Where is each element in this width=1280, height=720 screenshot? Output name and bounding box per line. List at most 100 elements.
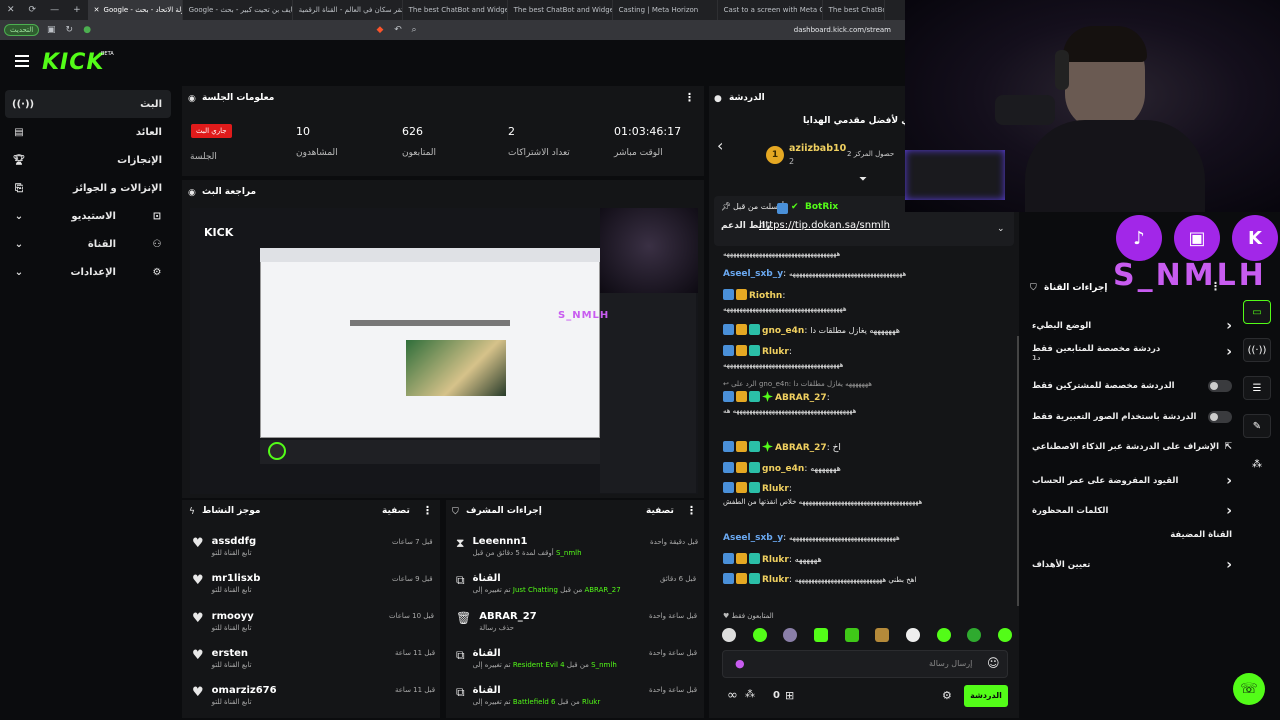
emotes-only-row[interactable]: الدردشة باستخدام الصور التعبيرية فقط bbox=[1032, 411, 1232, 423]
close-window-icon[interactable]: ✕ bbox=[0, 5, 22, 15]
chevron-right-icon: › bbox=[1226, 318, 1232, 334]
more-icon[interactable]: ⋮ bbox=[686, 504, 697, 517]
new-tab-icon[interactable]: + bbox=[66, 5, 88, 15]
chevron-right-icon: › bbox=[1226, 344, 1232, 360]
sidebar-item-studio[interactable]: ⌄ الاستيديو ⊡ bbox=[0, 202, 176, 230]
panel-title: موجز النشاط bbox=[202, 506, 261, 516]
emote-icon[interactable] bbox=[905, 628, 920, 642]
emote-icon[interactable] bbox=[752, 628, 767, 642]
broadcast-icon[interactable]: ((·)) bbox=[1243, 338, 1271, 362]
tab-close-icon[interactable]: ✕ bbox=[94, 6, 100, 14]
heart-icon: ♥ bbox=[192, 685, 204, 700]
update-button[interactable]: التحديث bbox=[4, 24, 40, 36]
set-goals-row[interactable]: تعيين الأهداف › bbox=[1032, 557, 1232, 573]
chat-send-button[interactable]: الدردشة bbox=[964, 685, 1008, 707]
sidebar-item-label: القناة bbox=[87, 238, 116, 250]
browser-tab[interactable]: ✕Google - جولة الاتحاد - بحث bbox=[87, 0, 183, 20]
menu-icon[interactable] bbox=[15, 55, 29, 67]
rank-badge: 1 bbox=[766, 146, 784, 164]
chat-settings-icon[interactable]: ⚙ bbox=[942, 689, 952, 702]
browser-tab[interactable]: The best ChatBot bbox=[823, 0, 885, 20]
gift-icon[interactable]: ⊞ bbox=[785, 689, 794, 702]
emote-icon[interactable] bbox=[936, 628, 951, 642]
wrench-icon[interactable]: ✎ bbox=[1243, 414, 1271, 438]
mod-badge bbox=[723, 345, 734, 356]
emote-icon[interactable] bbox=[783, 628, 798, 642]
browser-tab[interactable]: The best ChatBot and Widget bbox=[403, 0, 508, 20]
viewers-value: 10 bbox=[296, 125, 310, 138]
refresh-icon[interactable]: ↻ bbox=[63, 25, 75, 35]
emoji-icon[interactable]: ☺ bbox=[987, 656, 1000, 670]
info-icon: ◉ bbox=[188, 94, 196, 104]
followers-only-row[interactable]: دردشة مخصصة للمتابعين فقط 1د › bbox=[1032, 344, 1232, 362]
mic-icon[interactable]: ● bbox=[735, 657, 745, 670]
chevron-left-icon[interactable]: ‹ bbox=[717, 136, 723, 155]
emotes-only-toggle[interactable] bbox=[1208, 411, 1232, 423]
brave-icon[interactable]: ◆ bbox=[374, 25, 386, 35]
stream-deck bbox=[905, 150, 1005, 200]
subscribers-only-row[interactable]: الدردشة مخصصة للمشتركين فقط bbox=[1032, 380, 1232, 392]
more-icon[interactable]: ⋮ bbox=[1210, 280, 1221, 293]
more-icon[interactable]: ⋮ bbox=[684, 91, 695, 104]
filter-button[interactable]: تصفية bbox=[382, 506, 410, 516]
slow-mode-row[interactable]: الوضع البطيء › bbox=[1032, 318, 1232, 334]
chevron-down-icon[interactable]: ⌄ bbox=[997, 224, 1005, 234]
sidebar-item-stream[interactable]: ((·)) البث bbox=[5, 90, 171, 118]
emote-icon[interactable] bbox=[997, 628, 1012, 642]
chat-input[interactable]: ● إرسال رسالة ☺ bbox=[722, 650, 1008, 678]
category-icon: ⧉ bbox=[456, 573, 465, 587]
chevron-down-icon[interactable]: ⏷ bbox=[859, 174, 867, 185]
browser-tab[interactable]: Cast to a screen with Meta Qu bbox=[718, 0, 823, 20]
emote-icon[interactable] bbox=[967, 628, 982, 642]
emote-icon[interactable] bbox=[722, 628, 736, 642]
sidebar: ((·)) البث ▤ العائد 🏆︎ الإنجازات ⎘ الإنز… bbox=[0, 88, 176, 720]
layout-icon[interactable]: ☰ bbox=[1243, 376, 1271, 400]
banned-words-row[interactable]: الكلمات المحظورة › bbox=[1032, 503, 1232, 519]
sidebar-item-settings[interactable]: ⌄ الإعدادات ⚙ bbox=[0, 258, 176, 286]
crown-badge bbox=[736, 441, 747, 452]
sidebar-item-achievements[interactable]: 🏆︎ الإنجازات bbox=[0, 146, 176, 174]
gear-icon: ⚙ bbox=[152, 266, 162, 278]
session-label: الجلسة bbox=[190, 152, 217, 162]
pinned-username[interactable]: BotRix bbox=[805, 202, 838, 212]
emote-icon[interactable] bbox=[813, 628, 828, 642]
account-age-row[interactable]: القيود المفروضة على عمر الحساب › bbox=[1032, 473, 1232, 489]
browser-tab[interactable]: Casting | Meta Horizon bbox=[613, 0, 718, 20]
mod-badge bbox=[723, 573, 734, 584]
ai-moderation-row[interactable]: الإشراف على الدردشة عبر الذكاء الاصطناعي… bbox=[1032, 442, 1232, 452]
minimize-icon[interactable]: — bbox=[43, 5, 66, 15]
emote-icon[interactable] bbox=[875, 628, 890, 642]
help-button[interactable]: ☏ bbox=[1233, 673, 1265, 705]
points-icon: ⁂ bbox=[745, 689, 755, 700]
panel-title: مراجعة البث bbox=[202, 187, 257, 197]
sidebar-item-channel[interactable]: ⌄ القناة ⚇ bbox=[0, 230, 176, 258]
activity-row: ♥ assddfg تابع القناة للتو bbox=[192, 536, 257, 557]
more-icon[interactable]: ⋮ bbox=[422, 504, 433, 517]
chat-message: ABRAR_27: اخ bbox=[723, 441, 1011, 455]
search-icon[interactable]: ⌕ bbox=[408, 25, 420, 35]
live-badge: جاري البث bbox=[191, 124, 232, 138]
pinned-link[interactable]: https://tip.dokan.sa/snmlh bbox=[759, 220, 890, 231]
kick-logo[interactable]: KICK bbox=[42, 50, 104, 75]
emote-icon[interactable] bbox=[844, 628, 859, 642]
sidebar-item-drops[interactable]: ⎘ الإنزالات و الجوائز bbox=[0, 174, 176, 202]
chat-icon[interactable]: ▭ bbox=[1243, 300, 1271, 324]
sidebar-toggle-icon[interactable]: ▣ bbox=[45, 25, 57, 35]
person-body bbox=[1025, 120, 1205, 212]
subscribers-only-toggle[interactable] bbox=[1208, 380, 1232, 392]
filter-button[interactable]: تصفية bbox=[646, 506, 674, 516]
chat-scrollbar[interactable] bbox=[1017, 336, 1019, 606]
sidebar-item-revenue[interactable]: ▤ العائد bbox=[0, 118, 176, 146]
browser-tab[interactable]: احتقر سكان في العالم - القناة الرقمية bbox=[293, 0, 403, 20]
chat-bubble-icon: ● bbox=[714, 94, 722, 104]
browser-tab[interactable]: The best ChatBot and Widget bbox=[508, 0, 613, 20]
url-text[interactable]: dashboard.kick.com/stream bbox=[794, 26, 891, 34]
gift-icon: ⎘ bbox=[15, 182, 23, 194]
reload-icon[interactable]: ⟳ bbox=[22, 5, 44, 15]
shapes-icon[interactable]: ⁂ bbox=[1243, 452, 1271, 476]
kick-icon: K bbox=[1232, 215, 1278, 261]
leader-username[interactable]: aziizbab10 bbox=[789, 143, 846, 154]
browser-tab[interactable]: Google - تايف بن تحيت كبير - بحث bbox=[183, 0, 293, 20]
back-icon[interactable]: ↶ bbox=[392, 25, 404, 35]
stream-preview-video[interactable]: KICK S_NMLH bbox=[190, 208, 698, 494]
